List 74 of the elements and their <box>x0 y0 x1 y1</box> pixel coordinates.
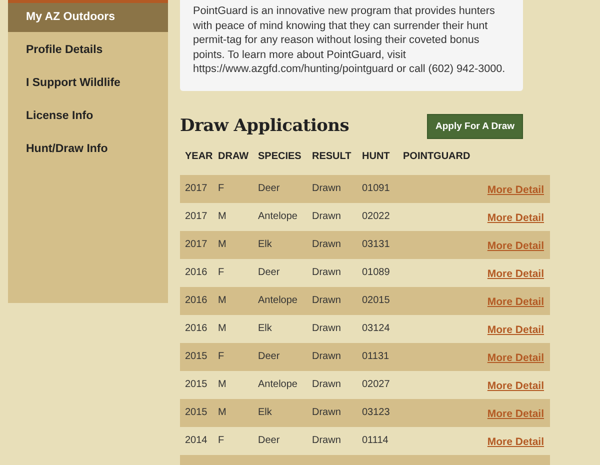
table-cell-text: M <box>218 210 228 224</box>
table-cell-text: 02022 <box>362 210 391 224</box>
table-cell-text: Drawn <box>312 406 342 420</box>
sidebar-item[interactable]: My AZ Outdoors <box>8 3 168 32</box>
table-cell-text: 2015 <box>184 406 208 420</box>
table-cell-text: 03131 <box>362 238 391 252</box>
table-cell-text: F <box>218 434 226 448</box>
table-cell-text: F <box>218 182 226 196</box>
table-cell-text: Drawn <box>312 266 342 280</box>
table-cell-text: Drawn <box>312 350 342 364</box>
table-cell-text: 01089 <box>362 266 391 280</box>
table-cell-text: Drawn <box>312 238 342 252</box>
table-cell-text: Deer <box>258 266 281 280</box>
table-cell-text: Antelope <box>258 294 298 308</box>
table-cell-text: Antelope <box>258 210 298 224</box>
table-cell-text: Elk <box>258 238 273 252</box>
more-detail-link[interactable]: More Detail <box>487 294 544 310</box>
table-cell-text: 2015 <box>184 378 208 392</box>
table-cell-text: Elk <box>258 322 273 336</box>
table-cell-text: 2016 <box>184 294 208 308</box>
notice-text: PointGuard is an innovative new program that provides hunters with peace of mind knowing that they can surrender their hunt permit-tag for any reason without losing their coveted bonus points. To learn more about PointGuard, visit https://www.azgfd.com/hunting/pointguard or call (602) 942-3000. <box>193 4 506 76</box>
more-detail-link[interactable]: More Detail <box>487 210 544 226</box>
more-detail-link[interactable]: More Detail <box>487 434 544 450</box>
table-cell-text: Drawn <box>312 434 342 448</box>
table-cell-text: Deer <box>258 182 281 196</box>
table-cell-text: Drawn <box>312 322 342 336</box>
more-detail-link[interactable]: More Detail <box>487 378 544 394</box>
more-detail-link[interactable]: More Detail <box>487 406 544 422</box>
more-detail-link[interactable]: More Detail <box>487 350 544 366</box>
table-cell-text: 02027 <box>362 378 391 392</box>
table-cell-text: 2014 <box>184 434 208 448</box>
table-cell-text: 03124 <box>362 322 391 336</box>
table-cell-text: 2015 <box>184 350 208 364</box>
table-cell-text: Deer <box>258 350 281 364</box>
sidebar-item[interactable]: I Support Wildlife <box>8 69 168 98</box>
more-detail-link[interactable]: More Detail <box>487 238 544 254</box>
sidebar-item[interactable]: Hunt/Draw Info <box>8 135 168 164</box>
table-cell-text: Elk <box>258 406 273 420</box>
table-cell-text: M <box>218 378 228 392</box>
more-detail-link[interactable]: More Detail <box>487 266 544 282</box>
more-detail-link[interactable]: More Detail <box>487 182 544 198</box>
table-cell-text: Drawn <box>312 378 342 392</box>
table-cell-text: 03123 <box>362 406 391 420</box>
table-cell-text: Drawn <box>312 210 342 224</box>
table-cell-text: 01131 <box>362 350 390 364</box>
table-cell-text: Drawn <box>312 294 342 308</box>
table-cell-text: 2016 <box>184 322 208 336</box>
column-header: DRAW <box>218 150 250 164</box>
column-header: POINTGUARD <box>403 150 472 164</box>
table-cell-text: 2017 <box>184 182 208 196</box>
section-heading: Draw Applications <box>180 115 349 138</box>
column-header: SPECIES <box>258 150 302 164</box>
table-cell-text: M <box>218 406 228 420</box>
table-cell-text: M <box>218 294 228 308</box>
table-cell-text: 2017 <box>184 238 208 252</box>
sidebar-item[interactable]: Profile Details <box>8 36 168 65</box>
apply-for-draw-button[interactable]: Apply For A Draw <box>427 114 523 140</box>
column-header: HUNT <box>362 150 391 164</box>
table-cell-text: 01091 <box>362 182 391 196</box>
table-cell-text: M <box>218 238 228 252</box>
table-cell-text: Antelope <box>258 378 298 392</box>
table-cell-text: M <box>218 322 228 336</box>
table-cell-text: F <box>218 350 226 364</box>
more-detail-link[interactable]: More Detail <box>487 322 544 338</box>
sidebar-item[interactable]: License Info <box>8 102 168 131</box>
table-cell-text: Deer <box>258 434 281 448</box>
table-cell-text: Drawn <box>312 182 342 196</box>
table-cell-text: 2016 <box>184 266 208 280</box>
table-cell-text: F <box>218 266 226 280</box>
column-header: RESULT <box>312 150 352 164</box>
column-header: YEAR <box>184 150 214 164</box>
table-cell-text: 2017 <box>184 210 208 224</box>
table-cell-text: 01114 <box>362 434 390 448</box>
table-cell-text: 02015 <box>362 294 391 308</box>
